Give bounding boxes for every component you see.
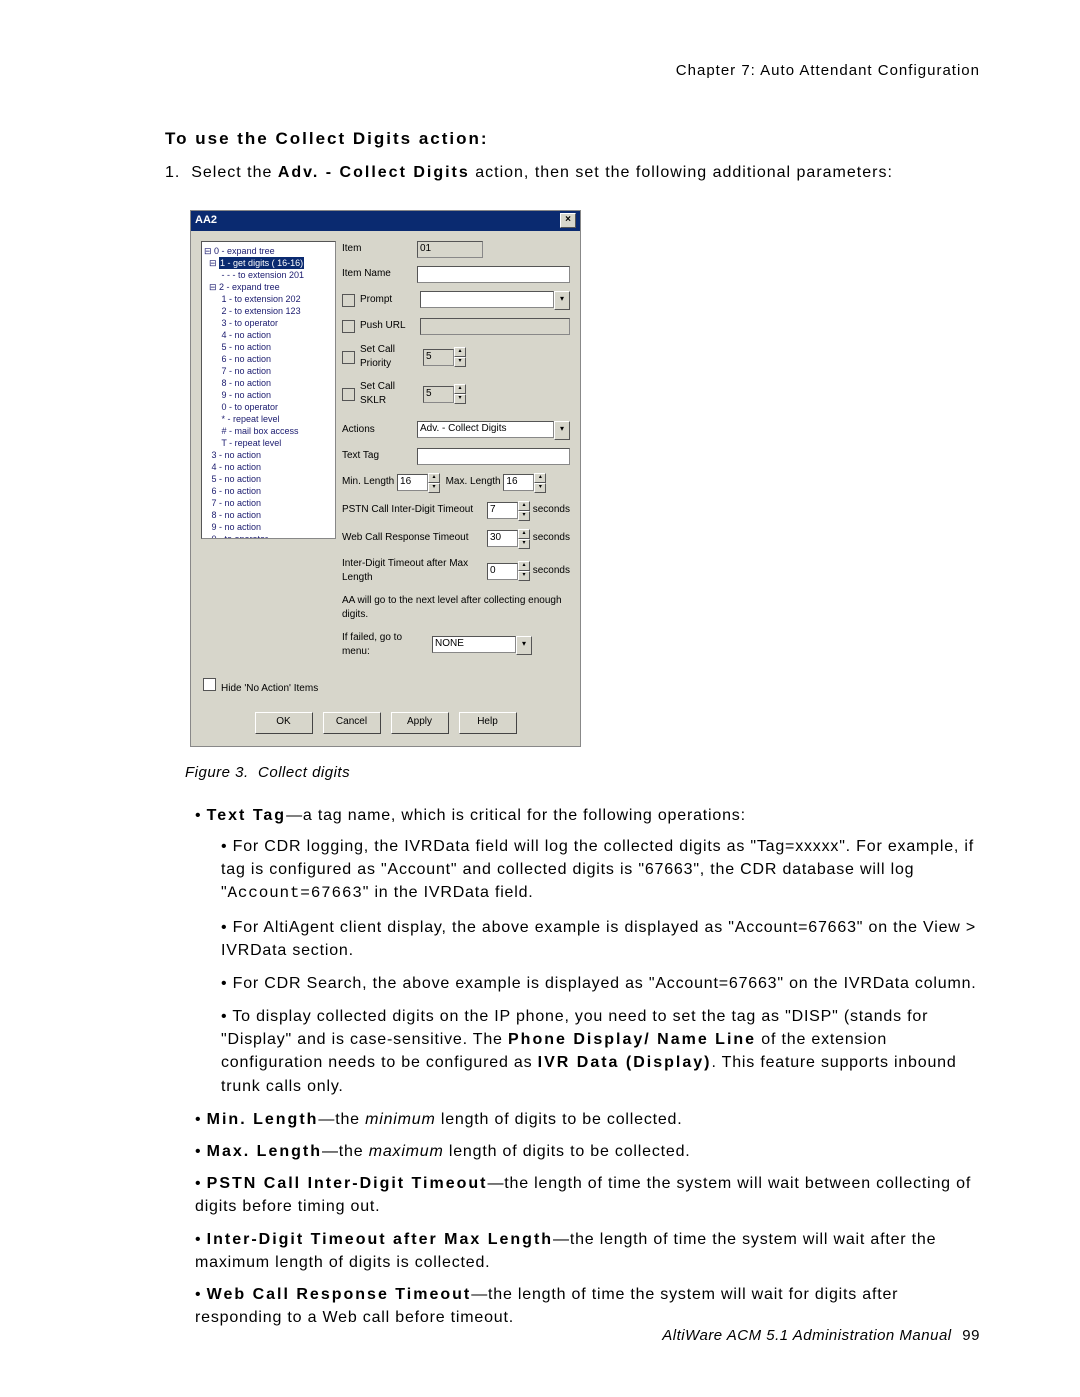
prompt-field[interactable]	[420, 291, 554, 308]
inter-timeout-field[interactable]: 0	[487, 563, 518, 580]
apply-button[interactable]: Apply	[391, 712, 449, 734]
min-length-field[interactable]: 16	[397, 474, 428, 491]
menu-tree[interactable]: ⊟ 0 - expand tree ⊟ 1 - get digits ( 16-…	[201, 241, 336, 539]
list-item: To display collected digits on the IP ph…	[221, 1005, 980, 1098]
dialog-title: AA2	[195, 213, 217, 229]
list-item: For CDR Search, the above example is dis…	[221, 972, 980, 995]
dialog-titlebar: AA2 ×	[191, 211, 580, 231]
spin-up-icon[interactable]: ▴	[454, 384, 466, 394]
failed-menu-select[interactable]: NONE	[432, 636, 516, 653]
help-button[interactable]: Help	[459, 712, 517, 734]
push-url-field	[420, 318, 570, 335]
sklr-field: 5	[423, 386, 454, 403]
cancel-button[interactable]: Cancel	[323, 712, 381, 734]
pushurl-checkbox[interactable]	[342, 320, 355, 333]
aa2-dialog: AA2 × ⊟ 0 - expand tree ⊟ 1 - get digits…	[190, 210, 581, 747]
section-title: To use the Collect Digits action:	[165, 127, 980, 152]
page-footer: AltiWare ACM 5.1 Administration Manual 9…	[662, 1325, 980, 1347]
itemname-label: Item Name	[342, 267, 417, 282]
list-item: For CDR logging, the IVRData field will …	[221, 835, 980, 906]
chevron-down-icon[interactable]: ▾	[554, 291, 570, 310]
chapter-header: Chapter 7: Auto Attendant Configuration	[165, 60, 980, 82]
prompt-checkbox[interactable]	[342, 294, 355, 307]
chevron-down-icon[interactable]: ▾	[516, 636, 532, 655]
close-icon[interactable]: ×	[560, 213, 576, 228]
pstn-timeout-field[interactable]: 7	[487, 502, 518, 519]
max-length-field[interactable]: 16	[503, 474, 534, 491]
setsklr-checkbox[interactable]	[342, 388, 355, 401]
item-label: Item	[342, 242, 417, 257]
figure-collect-digits: AA2 × ⊟ 0 - expand tree ⊟ 1 - get digits…	[190, 210, 980, 747]
call-priority-field: 5	[423, 349, 454, 366]
hide-noaction-checkbox[interactable]	[203, 678, 216, 691]
setcallprio-checkbox[interactable]	[342, 351, 355, 364]
form-panel: Item 01 Item Name Prompt ▾ Push URL Set …	[342, 241, 570, 668]
definition-list: Text Tag—a tag name, which is critical f…	[195, 804, 980, 1330]
step-1: 1. Select the Adv. - Collect Digits acti…	[185, 161, 980, 184]
list-item: For AltiAgent client display, the above …	[221, 916, 980, 962]
actions-select[interactable]: Adv. - Collect Digits	[417, 421, 554, 438]
web-timeout-field[interactable]: 30	[487, 530, 518, 547]
item-field: 01	[417, 241, 483, 258]
spin-up-icon[interactable]: ▴	[454, 347, 466, 357]
note-text: AA will go to the next level after colle…	[342, 594, 570, 623]
spin-down-icon[interactable]: ▾	[454, 394, 466, 404]
figure-caption: Figure 3. Collect digits	[185, 762, 980, 784]
item-name-field[interactable]	[417, 266, 570, 283]
ok-button[interactable]: OK	[255, 712, 313, 734]
text-tag-field[interactable]	[417, 448, 570, 465]
spin-down-icon[interactable]: ▾	[454, 357, 466, 367]
chevron-down-icon[interactable]: ▾	[554, 421, 570, 440]
